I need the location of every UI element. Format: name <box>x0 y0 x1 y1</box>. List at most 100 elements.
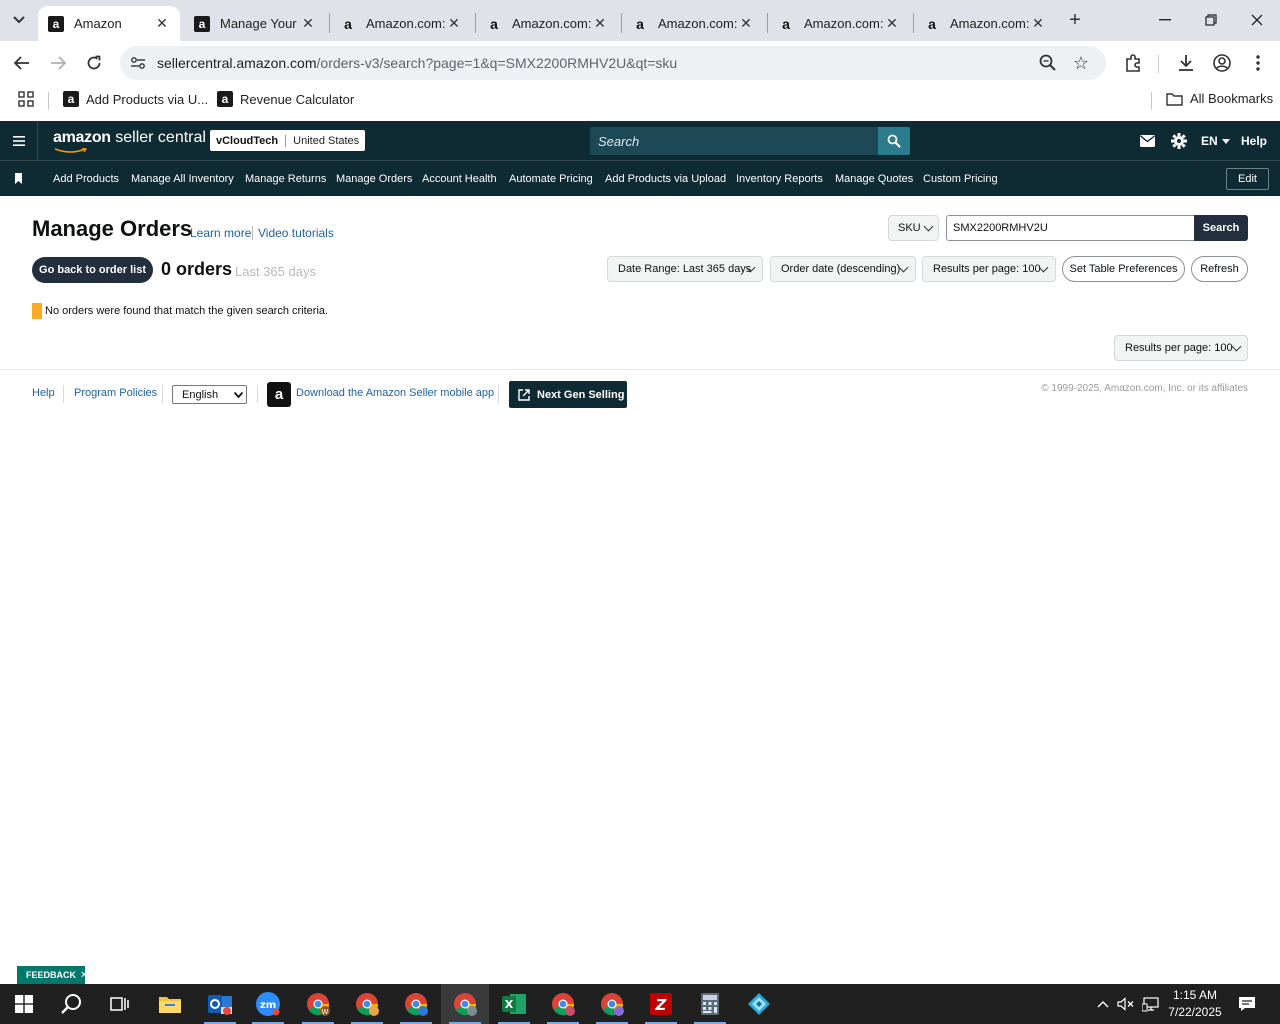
show-hidden-icons-button[interactable] <box>1093 994 1113 1014</box>
browser-tab-4[interactable]: a Amazon.com: ✕ <box>476 6 618 41</box>
taskbar-file-explorer[interactable] <box>146 984 194 1024</box>
extensions-icon[interactable] <box>1121 51 1145 75</box>
close-tab-icon[interactable]: ✕ <box>154 15 170 32</box>
close-tab-icon[interactable]: ✕ <box>300 15 316 32</box>
search-icon <box>887 134 901 148</box>
settings-button[interactable] <box>1171 131 1187 151</box>
header-search-input[interactable] <box>590 127 878 155</box>
close-tab-icon[interactable]: ✕ <box>738 15 754 32</box>
taskbar-chrome-profile-3[interactable] <box>441 984 489 1024</box>
hamburger-menu-button[interactable] <box>0 121 38 160</box>
back-button[interactable] <box>8 49 36 77</box>
refresh-button[interactable]: Refresh <box>1191 256 1248 282</box>
bookmark-revenue-calculator[interactable]: a Revenue Calculator <box>217 91 354 107</box>
folder-icon <box>1166 92 1183 106</box>
taskbar-chrome-profile-1[interactable] <box>343 984 391 1024</box>
profile-icon[interactable] <box>1210 51 1234 75</box>
close-tab-icon[interactable]: ✕ <box>884 15 900 32</box>
close-icon[interactable]: ✕ <box>80 970 88 981</box>
footer-language-select[interactable]: English <box>172 385 247 404</box>
learn-more-link[interactable]: Learn more <box>190 226 251 240</box>
taskbar-outlook[interactable] <box>196 984 244 1024</box>
new-tab-button[interactable]: + <box>1063 8 1087 32</box>
zoom-icon[interactable] <box>1038 53 1058 73</box>
nav-automate-pricing[interactable]: Automate Pricing <box>509 173 593 185</box>
bookmark-star-icon[interactable]: ☆ <box>1070 52 1092 74</box>
nav-inventory-reports[interactable]: Inventory Reports <box>736 173 823 185</box>
seller-central-logo[interactable]: amazon seller central <box>53 129 206 153</box>
edit-nav-button[interactable]: Edit <box>1226 168 1269 190</box>
chevron-down-icon <box>13 16 25 24</box>
close-tab-icon[interactable]: ✕ <box>446 15 462 32</box>
nav-manage-orders[interactable]: Manage Orders <box>336 173 412 185</box>
taskbar-search-button[interactable] <box>48 984 96 1024</box>
task-view-button[interactable] <box>96 984 144 1024</box>
footer-help-link[interactable]: Help <box>32 387 55 399</box>
taskbar-clock[interactable]: 1:15 AM 7/22/2025 <box>1160 987 1230 1021</box>
restore-window-button[interactable] <box>1188 6 1234 34</box>
browser-tab-3[interactable]: a Amazon.com: ✕ <box>330 6 472 41</box>
site-info-icon[interactable] <box>128 53 148 73</box>
nav-add-products[interactable]: Add Products <box>53 173 119 185</box>
taskbar-calculator[interactable] <box>686 984 734 1024</box>
close-window-button[interactable] <box>1234 6 1280 34</box>
feedback-tab[interactable]: FEEDBACK ✕ <box>17 966 88 984</box>
program-policies-link[interactable]: Program Policies <box>74 387 157 399</box>
browser-tab-2[interactable]: a Manage Your ✕ <box>184 6 326 41</box>
nav-account-health[interactable]: Account Health <box>422 173 497 185</box>
order-search-button[interactable]: Search <box>1194 215 1248 241</box>
results-per-page-dropdown[interactable]: Results per page: 100 <box>922 256 1056 282</box>
order-search-input[interactable] <box>946 215 1196 241</box>
download-app-link[interactable]: Download the Amazon Seller mobile app <box>296 387 494 399</box>
close-tab-icon[interactable]: ✕ <box>1030 15 1046 32</box>
language-switcher[interactable]: EN <box>1201 131 1230 151</box>
nav-manage-returns[interactable]: Manage Returns <box>245 173 326 185</box>
download-icon[interactable] <box>1174 51 1198 75</box>
taskbar-filezilla[interactable]: Z <box>637 984 685 1024</box>
account-switcher[interactable]: vCloudTech United States <box>210 130 366 151</box>
browser-tab-7[interactable]: a Amazon.com: ✕ <box>914 6 1056 41</box>
bookmark-icon[interactable] <box>13 172 25 186</box>
minimize-window-button[interactable] <box>1142 6 1188 34</box>
browser-menu-icon[interactable] <box>1246 51 1270 75</box>
volume-muted-button[interactable] <box>1116 994 1136 1014</box>
start-button[interactable] <box>0 984 48 1024</box>
sort-order-dropdown[interactable]: Order date (descending) <box>770 256 916 282</box>
browser-tab-6[interactable]: a Amazon.com: ✕ <box>768 6 910 41</box>
close-tab-icon[interactable]: ✕ <box>592 15 608 32</box>
taskbar-chrome-w[interactable]: W <box>294 984 342 1024</box>
taskbar-chrome-profile-2[interactable] <box>392 984 440 1024</box>
amazon-favicon-icon: a <box>48 15 64 32</box>
network-button[interactable] <box>1141 994 1161 1014</box>
browser-tab-1[interactable]: a Amazon ✕ <box>38 6 180 41</box>
search-type-select[interactable]: SKU <box>888 215 939 241</box>
bookmark-add-products[interactable]: a Add Products via U... <box>63 91 208 107</box>
nav-manage-quotes[interactable]: Manage Quotes <box>835 173 913 185</box>
apps-grid-icon[interactable] <box>18 91 34 107</box>
nav-manage-all-inventory[interactable]: Manage All Inventory <box>131 173 234 185</box>
date-range-dropdown[interactable]: Date Range: Last 365 days <box>607 256 763 282</box>
next-gen-selling-button[interactable]: Next Gen Selling <box>509 381 627 408</box>
video-tutorials-link[interactable]: Video tutorials <box>258 226 334 240</box>
all-bookmarks[interactable]: All Bookmarks <box>1166 91 1273 106</box>
tab-search-button[interactable] <box>6 7 32 33</box>
taskbar-chrome-profile-4[interactable] <box>539 984 587 1024</box>
notifications-button[interactable] <box>1237 994 1257 1014</box>
results-per-page-dropdown-bottom[interactable]: Results per page: 100 <box>1114 335 1248 361</box>
back-to-order-list-button[interactable]: Go back to order list <box>32 257 153 283</box>
set-table-preferences-button[interactable]: Set Table Preferences <box>1062 256 1185 282</box>
browser-tab-5[interactable]: a Amazon.com: ✕ <box>622 6 764 41</box>
messages-button[interactable] <box>1140 131 1155 151</box>
help-link[interactable]: Help <box>1241 131 1267 151</box>
taskbar-chrome-profile-5[interactable] <box>588 984 636 1024</box>
taskbar-excel[interactable]: X <box>490 984 538 1024</box>
taskbar-zoom[interactable]: zm <box>244 984 292 1024</box>
taskbar-app-diamond[interactable] <box>735 984 783 1024</box>
amazon-app-icon[interactable]: a <box>267 382 291 407</box>
address-bar[interactable]: sellercentral.amazon.com/orders-v3/searc… <box>120 46 1106 80</box>
nav-add-products-via-upload[interactable]: Add Products via Upload <box>605 173 726 185</box>
nav-custom-pricing[interactable]: Custom Pricing <box>923 173 998 185</box>
forward-button[interactable] <box>44 49 72 77</box>
header-search-button[interactable] <box>878 127 910 155</box>
reload-button[interactable] <box>80 49 108 77</box>
